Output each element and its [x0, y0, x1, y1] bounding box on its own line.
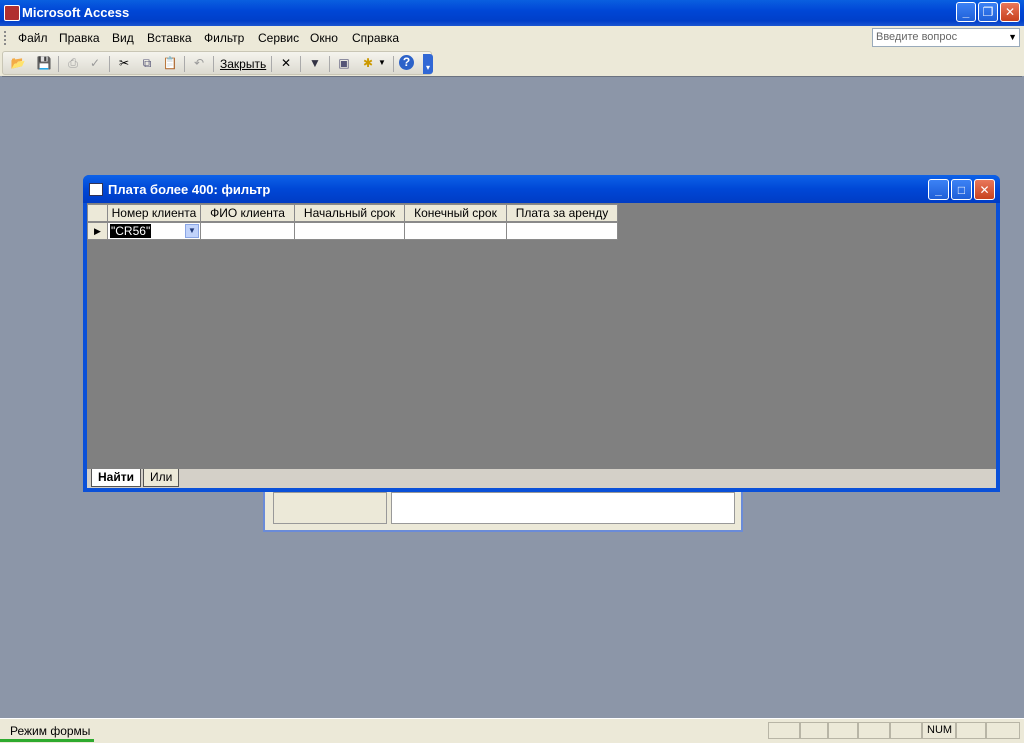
- ask-question-placeholder: Введите вопрос: [876, 31, 958, 43]
- form-label-area: [273, 492, 387, 524]
- status-mode: Режим формы: [10, 724, 91, 738]
- app-title-bar: Microsoft Access _ ❐ ✕: [0, 0, 1024, 26]
- filter-window: Плата более 400: фильтр _ □ ✕ Номер клие…: [83, 175, 1000, 492]
- filter-close-button[interactable]: ✕: [974, 179, 995, 200]
- column-header[interactable]: Номер клиента: [107, 204, 201, 222]
- toolbar: 📂 💾 ⎙ ✓ ✂ ⧉ 📋 ↶ Закрыть ✕ ▼ ▣ ✱ ▼ ? ▾: [0, 50, 1024, 76]
- toolbar-separator: [213, 56, 214, 72]
- ask-question-box[interactable]: Введите вопрос ▼: [872, 28, 1020, 47]
- chevron-down-icon[interactable]: ▼: [185, 224, 199, 238]
- status-panel: [828, 722, 858, 739]
- tab-find[interactable]: Найти: [91, 469, 141, 487]
- minimize-button[interactable]: _: [956, 2, 976, 22]
- access-app-icon[interactable]: [4, 5, 20, 21]
- criteria-cell[interactable]: [200, 222, 295, 240]
- toolbar-separator: [393, 56, 394, 72]
- status-num: NUM: [922, 722, 956, 739]
- status-panel: [800, 722, 828, 739]
- background-form-window[interactable]: [263, 488, 743, 532]
- criteria-cell[interactable]: [404, 222, 507, 240]
- column-header[interactable]: ФИО клиента: [200, 204, 295, 222]
- chevron-down-icon[interactable]: ▼: [1008, 32, 1017, 42]
- toolbar-strip: 📂 💾 ⎙ ✓ ✂ ⧉ 📋 ↶ Закрыть ✕ ▼ ▣ ✱ ▼ ? ▾: [2, 51, 433, 75]
- status-panel: [956, 722, 986, 739]
- toolbar-options-icon[interactable]: ▾: [423, 54, 433, 74]
- grid-select-all[interactable]: [87, 204, 108, 222]
- column-header[interactable]: Начальный срок: [294, 204, 405, 222]
- status-panel: [858, 722, 890, 739]
- filter-maximize-button[interactable]: □: [951, 179, 972, 200]
- menu-tools[interactable]: Сервис: [258, 31, 299, 45]
- form-field-area[interactable]: [391, 492, 735, 524]
- status-bar: Режим формы NUM: [0, 718, 1024, 743]
- toolbar-separator: [329, 56, 330, 72]
- current-row-indicator[interactable]: ▶: [87, 222, 108, 240]
- menu-file[interactable]: Файл: [18, 31, 48, 45]
- chevron-down-icon[interactable]: ▼: [377, 55, 387, 71]
- column-header[interactable]: Конечный срок: [404, 204, 507, 222]
- close-button[interactable]: ✕: [1000, 2, 1020, 22]
- menubar-grip[interactable]: [4, 31, 8, 45]
- filter-tabs-bar: Найти Или: [87, 469, 996, 488]
- column-header[interactable]: Плата за аренду: [506, 204, 618, 222]
- status-panel: [768, 722, 800, 739]
- filter-window-title: Плата более 400: фильтр: [108, 182, 271, 197]
- toolbar-separator: [271, 56, 272, 72]
- apply-filter-icon[interactable]: ▼: [306, 55, 324, 71]
- close-filter-button[interactable]: Закрыть: [220, 57, 266, 71]
- menu-edit[interactable]: Правка: [59, 31, 100, 45]
- criteria-cell[interactable]: "CR56" ▼: [107, 222, 201, 240]
- menu-view[interactable]: Вид: [112, 31, 134, 45]
- paste-icon[interactable]: 📋: [161, 55, 179, 71]
- clear-grid-icon[interactable]: ✕: [277, 55, 295, 71]
- criteria-value[interactable]: "CR56": [110, 224, 152, 238]
- tab-or[interactable]: Или: [143, 469, 180, 487]
- toolbar-separator: [109, 56, 110, 72]
- copy-icon[interactable]: ⧉: [138, 55, 156, 71]
- filter-grid-area: Номер клиента ФИО клиента Начальный срок…: [87, 203, 996, 488]
- spellcheck-icon[interactable]: ✓: [86, 55, 104, 71]
- menu-filter[interactable]: Фильтр: [204, 31, 244, 45]
- toolbar-separator: [300, 56, 301, 72]
- open-icon[interactable]: 📂: [9, 55, 27, 71]
- menu-window[interactable]: Окно: [310, 31, 338, 45]
- undo-icon[interactable]: ↶: [190, 55, 208, 71]
- criteria-cell[interactable]: [506, 222, 618, 240]
- restore-button[interactable]: ❐: [978, 2, 998, 22]
- status-panel: [986, 722, 1020, 739]
- filter-window-icon[interactable]: [89, 183, 103, 196]
- new-object-icon[interactable]: ✱: [359, 55, 377, 71]
- print-icon[interactable]: ⎙: [64, 55, 82, 71]
- app-title: Microsoft Access: [22, 5, 130, 20]
- save-icon[interactable]: 💾: [35, 55, 53, 71]
- toolbar-separator: [184, 56, 185, 72]
- cut-icon[interactable]: ✂: [115, 55, 133, 71]
- status-panel: [890, 722, 922, 739]
- filter-window-title-bar[interactable]: Плата более 400: фильтр _ □ ✕: [83, 175, 1000, 203]
- filter-minimize-button[interactable]: _: [928, 179, 949, 200]
- menu-help[interactable]: Справка: [352, 31, 399, 45]
- menu-bar: Файл Правка Вид Вставка Фильтр Сервис Ок…: [0, 26, 1024, 51]
- criteria-cell[interactable]: [294, 222, 405, 240]
- menu-insert[interactable]: Вставка: [147, 31, 192, 45]
- help-icon[interactable]: ?: [399, 55, 414, 70]
- toolbar-separator: [58, 56, 59, 72]
- new-window-icon[interactable]: ▣: [335, 55, 353, 71]
